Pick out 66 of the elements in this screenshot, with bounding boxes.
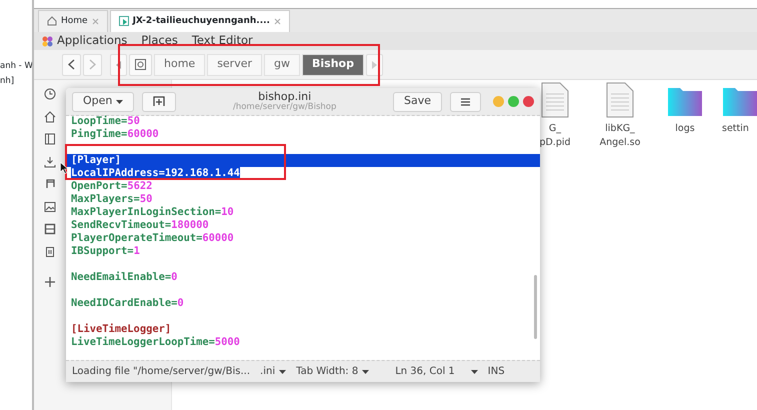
status-message: Loading file "/home/server/gw/Bis... <box>72 365 250 379</box>
new-tab-icon <box>153 96 166 107</box>
home-icon <box>47 16 57 26</box>
tab-width-dropdown[interactable]: Tab Width: 8 <box>296 364 370 379</box>
menu-button[interactable] <box>450 92 481 112</box>
apps-icon <box>42 36 53 46</box>
plus-icon[interactable] <box>44 276 56 288</box>
code-line: [LiveTimeLogger] <box>71 323 172 336</box>
code-line: NeedIDCardEnable=0 <box>71 297 184 310</box>
text-file-icon <box>606 82 634 118</box>
caret-icon[interactable] <box>470 370 478 374</box>
code-line: LoopTime=50 <box>71 115 140 128</box>
file-path: /home/server/gw/Bishop <box>232 102 338 112</box>
scrollbar[interactable] <box>534 275 537 339</box>
path-button[interactable]: gw <box>264 54 300 76</box>
insert-mode: INS <box>488 365 505 379</box>
save-button[interactable]: Save <box>392 92 442 112</box>
path-button[interactable]: home <box>154 54 206 76</box>
code-line: PlayerOperateTimeout=60000 <box>71 232 234 245</box>
cursor-position: Ln 36, Col 1 <box>395 365 455 379</box>
caret-icon <box>116 100 124 104</box>
trash-icon[interactable] <box>44 246 56 258</box>
code-line: SendRecvTimeout=180000 <box>71 219 209 232</box>
back-icon <box>68 59 75 70</box>
file-name[interactable]: logs <box>675 122 695 136</box>
code-line: NeedEmailEnable=0 <box>71 271 178 284</box>
code-line: IBSupport=1 <box>71 245 140 258</box>
home-icon[interactable] <box>44 110 56 123</box>
forward-icon <box>89 59 96 70</box>
new-tab-button[interactable] <box>142 92 176 112</box>
file-name[interactable]: G_ pD.pid <box>539 122 571 150</box>
drive-icon <box>135 59 146 70</box>
file-name[interactable]: libKG_ Angel.so <box>600 122 640 150</box>
tab[interactable]: Home <box>38 10 108 32</box>
menu-item[interactable]: Text Editor <box>192 32 253 50</box>
code-line: LocalIPAddress=192.168.1.44 <box>71 167 240 180</box>
panel-text: nh] <box>0 75 14 87</box>
picture-icon[interactable] <box>44 200 56 213</box>
code-line: OpenPort=5622 <box>71 180 152 193</box>
caret-icon <box>279 370 286 374</box>
root-button[interactable] <box>129 54 152 76</box>
floppy-icon[interactable] <box>44 223 56 236</box>
download-icon[interactable] <box>44 156 56 168</box>
tab[interactable]: JX-2-tailieuchuyennganh.... <box>110 10 290 32</box>
code-line: [Player] <box>71 154 122 167</box>
window-title: bishop.ini <box>257 90 312 102</box>
menu-item[interactable]: Applications <box>57 32 128 50</box>
play-icon <box>118 16 129 26</box>
right-arrow-icon <box>372 60 377 68</box>
document-icon[interactable] <box>44 133 56 146</box>
menu-item[interactable]: Places <box>141 32 178 50</box>
open-button[interactable]: Open <box>72 92 134 112</box>
back-button[interactable] <box>62 54 81 76</box>
language-dropdown[interactable]: .ini <box>260 364 286 379</box>
code-line: MaxPlayerInLoginSection=10 <box>71 206 234 219</box>
code-line: PingTime=60000 <box>71 128 159 141</box>
close-button[interactable] <box>523 96 534 107</box>
path-button[interactable]: server <box>207 54 262 76</box>
clock-icon[interactable] <box>44 88 56 100</box>
menu-icon <box>461 98 470 106</box>
code-line: LiveTimeLoggerLoopTime=5000 <box>71 336 240 349</box>
file-name[interactable]: settin <box>722 122 749 136</box>
caret-icon <box>362 370 370 374</box>
path-button[interactable]: Bishop <box>302 54 364 76</box>
music-icon[interactable] <box>44 178 56 190</box>
code-line: MaxPlayers=50 <box>71 193 152 206</box>
